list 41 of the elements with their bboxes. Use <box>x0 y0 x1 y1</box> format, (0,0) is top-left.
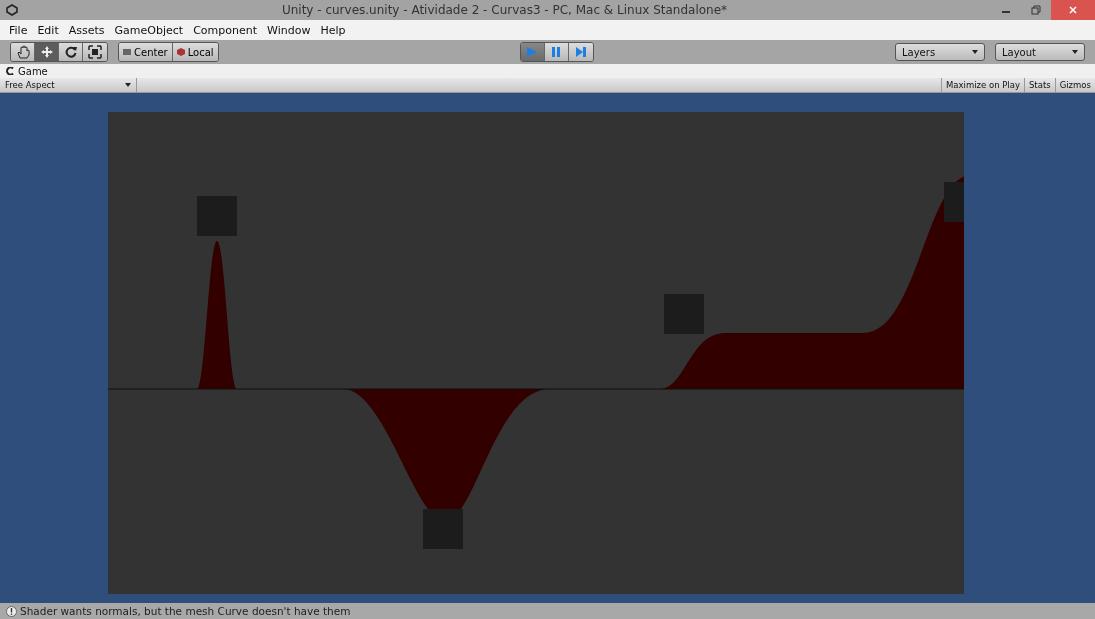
menu-item[interactable]: Component <box>188 23 262 37</box>
tool-button[interactable] <box>83 43 107 61</box>
toolbar-toggle[interactable]: Maximize on Play <box>940 78 1024 92</box>
tool-button[interactable] <box>59 43 83 61</box>
pivot-button[interactable]: Local <box>172 43 218 61</box>
step-icon <box>574 46 587 58</box>
pause-button[interactable] <box>544 43 569 61</box>
tool-button[interactable] <box>11 43 35 61</box>
menu-item[interactable]: GameObject <box>109 23 189 37</box>
unity-logo-icon <box>6 4 18 16</box>
window-title: Unity - curves.unity - Atividade 2 - Curvas3 - PC, Mac & Linux Standalone* <box>280 3 729 17</box>
caret-icon <box>125 83 131 87</box>
play-icon <box>526 46 539 58</box>
pivot-icon <box>123 49 131 55</box>
caret-icon <box>1072 50 1078 54</box>
game-tab-icon <box>6 67 14 75</box>
pause-icon <box>550 46 563 58</box>
menu-item[interactable]: Edit <box>32 23 64 37</box>
menu-item[interactable]: File <box>4 23 33 37</box>
move-icon <box>39 45 54 59</box>
restore-icon <box>1031 5 1041 15</box>
pivot-button[interactable]: Center <box>119 43 173 61</box>
step-button[interactable] <box>568 43 593 61</box>
menu-item[interactable]: Window <box>262 23 316 37</box>
toolbar-toggle[interactable]: Gizmos <box>1054 78 1095 92</box>
aspect-dropdown[interactable]: Free Aspect <box>0 78 137 92</box>
layers-dropdown[interactable]: Layers <box>895 43 985 61</box>
caret-icon <box>972 50 978 54</box>
menu-item[interactable]: Assets <box>63 23 110 37</box>
cube-icon <box>176 48 185 56</box>
close-icon <box>1068 5 1078 15</box>
scale-icon <box>88 45 102 59</box>
toolbar-toggle[interactable]: Stats <box>1023 78 1055 92</box>
hand-icon <box>15 45 30 59</box>
layout-dropdown[interactable]: Layout <box>995 43 1085 61</box>
status-message: Shader wants normals, but the mesh Curve doesn't have them <box>20 605 351 617</box>
rotate-icon <box>63 45 78 59</box>
menu-item[interactable]: Help <box>315 23 351 37</box>
tool-button[interactable] <box>35 43 59 61</box>
warning-icon <box>6 605 17 617</box>
game-tab[interactable]: Game <box>18 65 48 77</box>
